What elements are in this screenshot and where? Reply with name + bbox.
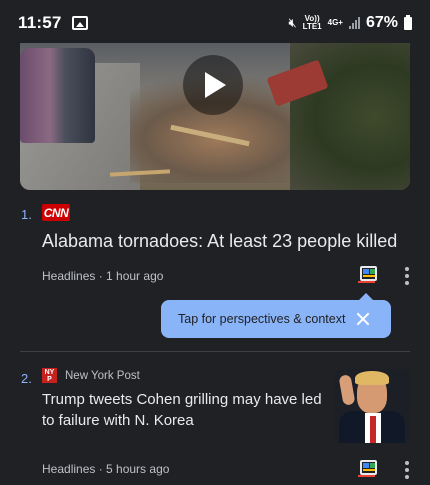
article-1-index: 1. — [21, 207, 32, 222]
article-2-thumbnail[interactable] — [335, 369, 410, 443]
divider — [20, 351, 410, 352]
lte-label: LTE1 — [302, 22, 322, 31]
mute-icon: 🔇︎ — [288, 15, 297, 30]
new-york-post-logo: NY P — [42, 368, 57, 383]
article-1-meta: Headlines · 1 hour ago — [42, 269, 164, 283]
article-1-headline[interactable]: Alabama tornadoes: At least 23 people ki… — [42, 229, 402, 253]
play-icon — [205, 72, 226, 98]
battery-icon — [404, 14, 412, 30]
article-2-source: New York Post — [65, 370, 140, 382]
full-coverage-icon[interactable] — [358, 460, 377, 477]
article-2-headline[interactable]: Trump tweets Cohen grilling may have led… — [42, 389, 332, 431]
play-button[interactable] — [183, 55, 243, 115]
image-icon — [71, 16, 88, 30]
network-type: 4G+ — [327, 18, 343, 27]
article-2-meta: Headlines · 5 hours ago — [42, 462, 170, 476]
signal-icon — [348, 17, 360, 29]
cnn-logo: CNN — [42, 204, 70, 221]
full-coverage-icon[interactable] — [358, 266, 377, 283]
more-vert-icon[interactable] — [405, 461, 409, 479]
volte-indicator: Vo)) LTE1 — [303, 15, 322, 31]
article-1-video-thumbnail[interactable] — [20, 43, 410, 190]
tooltip-text: Tap for perspectives & context — [178, 312, 346, 326]
more-vert-icon[interactable] — [405, 267, 409, 285]
status-time: 11:57 — [18, 13, 62, 32]
status-indicators: 🔇︎ Vo)) LTE1 4G+ 67% — [288, 14, 412, 32]
battery-percent: 67% — [365, 14, 398, 31]
close-icon[interactable] — [353, 309, 373, 329]
article-2-index: 2. — [21, 371, 32, 386]
status-bar: 11:57 🔇︎ Vo)) LTE1 4G+ 67% — [0, 0, 430, 46]
perspectives-tooltip[interactable]: Tap for perspectives & context — [161, 293, 391, 338]
